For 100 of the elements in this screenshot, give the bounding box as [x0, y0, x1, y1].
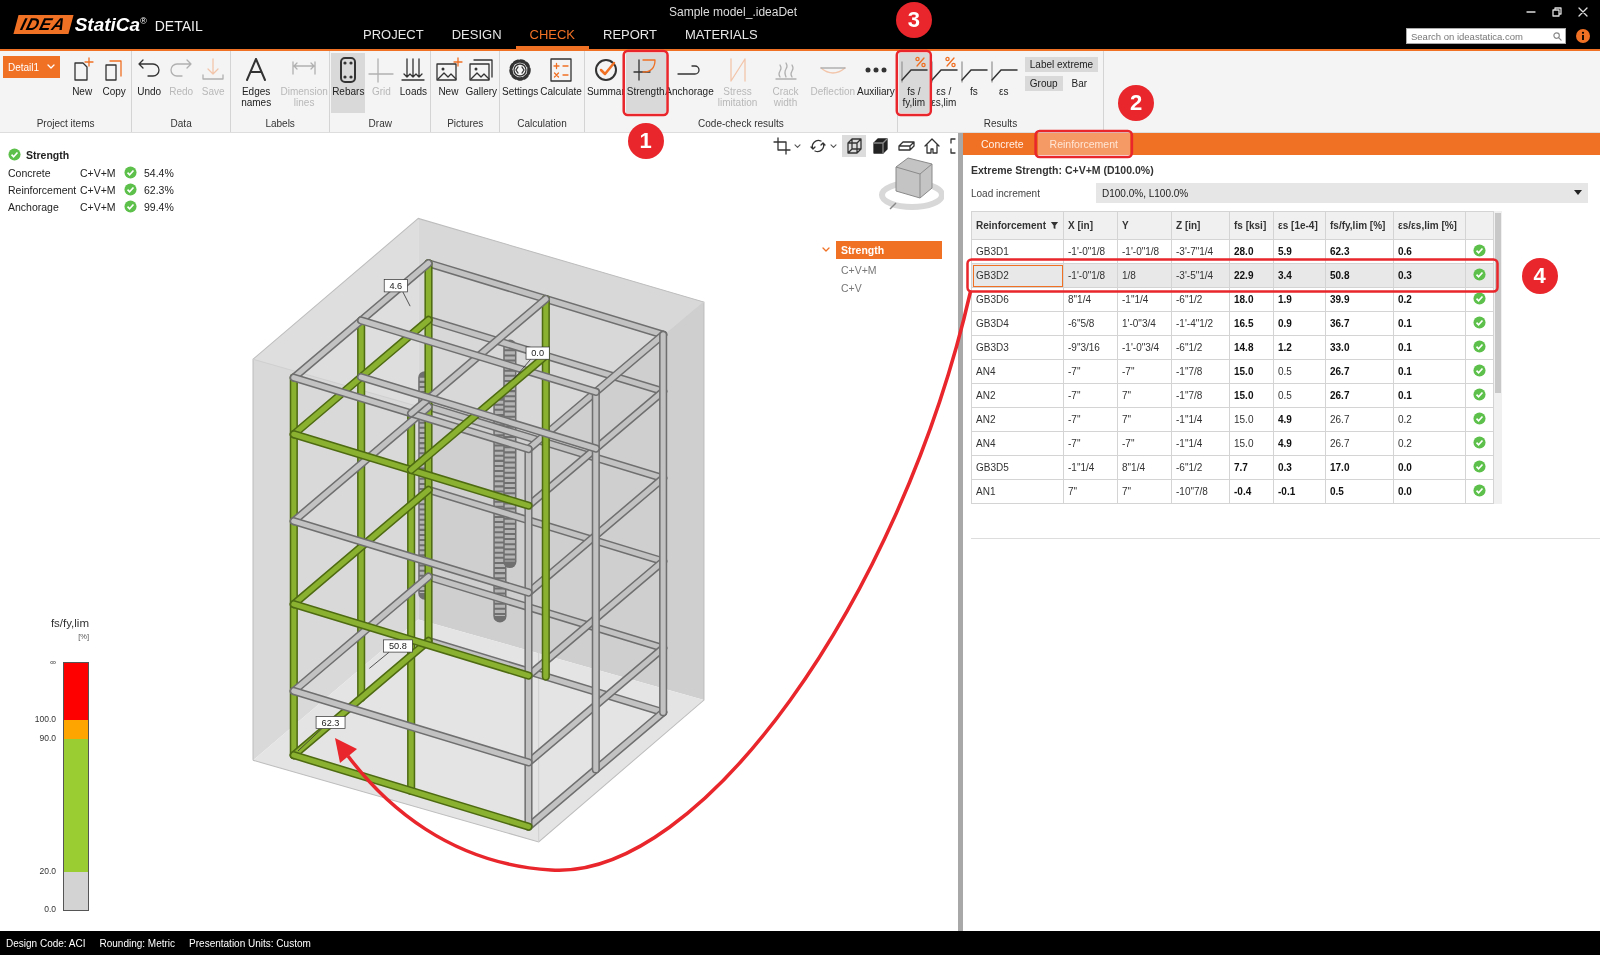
table-cell: 4.9 — [1273, 431, 1326, 456]
menu-tab[interactable]: DESIGN — [437, 23, 516, 49]
table-row[interactable]: AN2 -7" 7" -1"1/4 15.0 4.9 26.7 0.2 — [971, 407, 1494, 432]
ribbon-button[interactable]: Rebars — [331, 53, 366, 113]
ribbon-button[interactable]: New — [432, 53, 465, 113]
scrollbar[interactable] — [1494, 211, 1502, 504]
table-cell: AN2 — [971, 407, 1064, 432]
table-cell: -1"7/8 — [1171, 359, 1230, 384]
table-cell: -0.4 — [1229, 479, 1274, 504]
table-cell: 0.5 — [1273, 359, 1326, 384]
legend-tick: 0.0 — [44, 904, 56, 914]
table-cell: -1"1/4 — [1171, 407, 1230, 432]
tree-item[interactable]: C+V — [836, 279, 942, 297]
menu-tab[interactable]: PROJECT — [349, 23, 438, 49]
table-cell: 1.2 — [1273, 335, 1326, 360]
ribbon-button[interactable]: Calculate — [539, 53, 583, 113]
ribbon-button[interactable]: fs — [958, 53, 989, 113]
table-cell: -0.1 — [1273, 479, 1326, 504]
table-cell: AN2 — [971, 383, 1064, 408]
table-cell: 0.0 — [1393, 479, 1466, 504]
table-cell: 15.0 — [1229, 383, 1274, 408]
table-cell: -1"7/8 — [1171, 383, 1230, 408]
ribbon-button[interactable]: Strength — [625, 53, 666, 113]
table-cell: 7" — [1117, 383, 1172, 408]
leader-line — [297, 728, 323, 752]
table-cell: 26.7 — [1325, 359, 1394, 384]
column-header[interactable]: fs [ksi] — [1229, 211, 1274, 240]
group-label: Labels — [264, 117, 296, 131]
table-cell: 16.5 — [1229, 311, 1274, 336]
table-cell: 0.1 — [1393, 311, 1466, 336]
table-cell: 1.9 — [1273, 287, 1326, 312]
table-row[interactable]: GB3D4 -6"5/8 1'-0"3/4 -1'-4"1/2 16.5 0.9 36.7 0.1 — [971, 311, 1494, 336]
ribbon-button[interactable]: Auxiliary — [856, 53, 896, 113]
table-cell: 18.0 — [1229, 287, 1274, 312]
tree-item[interactable]: C+V+M — [836, 261, 942, 279]
ribbon-button[interactable]: Gallery — [464, 53, 499, 113]
table-cell: 8"1/4 — [1063, 287, 1118, 312]
ribbon-button[interactable]: Undo — [133, 53, 166, 113]
table-row[interactable]: AN1 7" 7" -10"7/8 -0.4 -0.1 0.5 0.0 — [971, 479, 1494, 504]
restore-icon[interactable] — [1552, 6, 1562, 17]
table-row[interactable]: GB3D2 -1'-0"1/8 1/8 -3'-5"1/4 22.9 3.4 50.8 0.3 — [971, 263, 1494, 288]
table-cell: 0.6 — [1393, 239, 1466, 264]
caret-icon — [47, 64, 56, 70]
toggle-button[interactable]: Group — [1024, 76, 1063, 91]
toggle-button[interactable]: Bar — [1066, 76, 1093, 91]
table-cell: -7" — [1063, 407, 1118, 432]
wireframe-view-button[interactable] — [842, 135, 866, 157]
ribbon-button[interactable]: fs / fy,lim — [898, 53, 929, 113]
ribbon-button[interactable]: Settings — [501, 53, 540, 113]
table-row[interactable]: GB3D5 -1"1/4 8"1/4 -6"1/2 7.7 0.3 17.0 0.0 — [971, 455, 1494, 480]
check-value: 99.4% — [144, 200, 174, 213]
ribbon-button[interactable]: Copy — [98, 53, 131, 113]
table-cell: -6"1/2 — [1171, 287, 1230, 312]
info-icon[interactable] — [1576, 29, 1590, 43]
ribbon-button[interactable]: Edges names — [232, 53, 281, 113]
table-row[interactable]: AN2 -7" 7" -1"7/8 15.0 0.5 26.7 0.1 — [971, 383, 1494, 408]
menu-tab[interactable]: REPORT — [589, 23, 671, 49]
group-label: Results — [982, 117, 1019, 131]
legend-tick: 20.0 — [39, 866, 56, 876]
ribbon-button[interactable]: εs — [988, 53, 1019, 113]
column-header[interactable]: X [in] — [1063, 211, 1118, 240]
value-label: 50.8 — [383, 639, 413, 653]
menu-tab[interactable]: MATERIALS — [670, 23, 772, 49]
load-increment-dropdown[interactable]: D100.0%, L100.0% — [1096, 183, 1588, 203]
toggle-button[interactable]: Label extreme — [1024, 57, 1099, 72]
group-label: Calculation — [516, 117, 568, 131]
status-text: Design Code: ACI — [6, 937, 86, 949]
table-cell: AN1 — [971, 479, 1064, 504]
ribbon-button[interactable]: Loads — [397, 53, 430, 113]
column-header[interactable]: Y — [1117, 211, 1172, 240]
scrollbar-thumb[interactable] — [1495, 213, 1501, 393]
table-cell: 0.2 — [1393, 431, 1466, 456]
table-row[interactable]: GB3D3 -9"3/16 -1'-0"3/4 -6"1/2 14.8 1.2 33.0 0.1 — [971, 335, 1494, 360]
ribbon-button[interactable]: New — [66, 53, 99, 113]
column-header[interactable]: Reinforcement — [971, 211, 1064, 240]
filter-icon[interactable] — [1050, 221, 1059, 230]
logo-mark: IDEA — [13, 15, 74, 34]
search-field[interactable]: Search on ideastatica.com — [1406, 28, 1566, 44]
table-cell: 0.5 — [1273, 383, 1326, 408]
caret-icon[interactable] — [822, 247, 830, 253]
column-header[interactable]: εs/εs,lim [%] — [1393, 211, 1466, 240]
check-value: 54.4% — [144, 166, 174, 179]
table-cell: 26.7 — [1325, 383, 1394, 408]
table-cell: 17.0 — [1325, 455, 1394, 480]
table-row[interactable]: AN4 -7" -7" -1"7/8 15.0 0.5 26.7 0.1 — [971, 359, 1494, 384]
table-row[interactable]: AN4 -7" -7" -1"1/4 15.0 4.9 26.7 0.2 — [971, 431, 1494, 456]
close-icon[interactable] — [1578, 6, 1588, 17]
ribbon-button[interactable]: εs / εs,lim — [928, 53, 959, 113]
table-row[interactable]: GB3D6 8"1/4 -1"1/4 -6"1/2 18.0 1.9 39.9 0.2 — [971, 287, 1494, 312]
column-header[interactable]: fs/fy,lim [%] — [1325, 211, 1394, 240]
column-header[interactable]: εs [1e-4] — [1273, 211, 1326, 240]
table-row[interactable]: GB3D1 -1'-0"1/8 -1'-0"1/8 -3'-7"1/4 28.0 5.9 62.3 0.6 — [971, 239, 1494, 264]
legend-tick: ∞ — [49, 657, 56, 667]
group-label: Draw — [367, 117, 393, 131]
home-icon — [923, 137, 941, 155]
table-cell: 28.0 — [1229, 239, 1274, 264]
group-label: Project items — [35, 117, 96, 131]
table-cell: -9"3/16 — [1063, 335, 1118, 360]
leader-line — [368, 651, 390, 669]
column-header[interactable]: Z [in] — [1171, 211, 1230, 240]
